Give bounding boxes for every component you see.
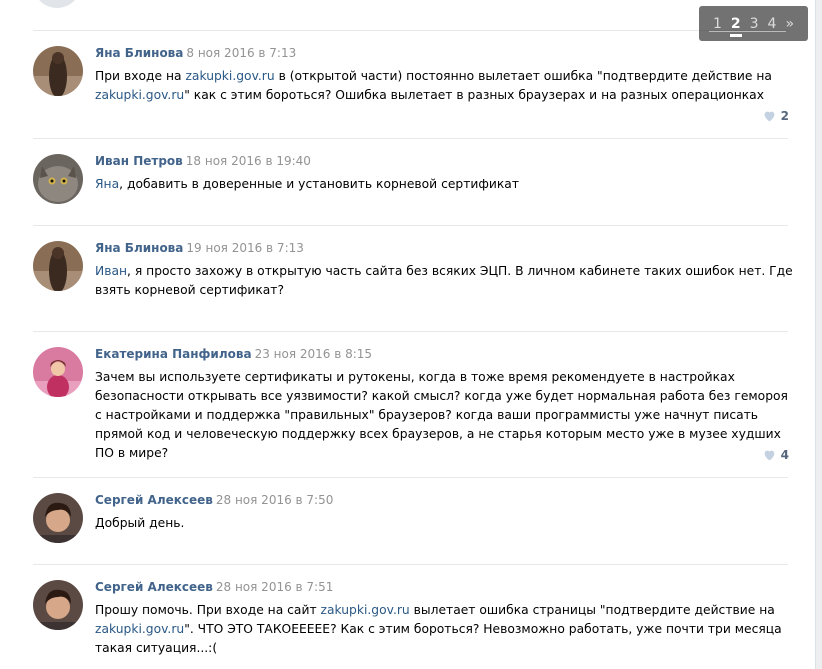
comment-date[interactable]: 19 ноя 2016 в 7:13 xyxy=(186,241,304,255)
divider xyxy=(33,477,788,478)
comment-date[interactable]: 28 ноя 2016 в 7:51 xyxy=(216,580,334,594)
comment-author[interactable]: Яна Блинова xyxy=(95,241,183,255)
comment-author[interactable]: Сергей Алексеев xyxy=(95,580,213,594)
page-3[interactable]: 3 xyxy=(750,16,759,32)
comment-text: Прошу помочь. При входе на сайт zakupki.… xyxy=(95,603,782,655)
comment-date[interactable]: 18 ноя 2016 в 19:40 xyxy=(186,154,311,168)
comment-date[interactable]: 8 ноя 2016 в 7:13 xyxy=(186,46,296,60)
avatar[interactable] xyxy=(33,580,83,630)
next-page-button[interactable]: » xyxy=(785,16,794,32)
comment-author[interactable]: Иван Петров xyxy=(95,154,183,168)
page-2-current[interactable]: 2 xyxy=(729,16,742,37)
comments-panel: Яна Блинова 8 ноя 2016 в 7:13 При входе н… xyxy=(0,0,816,669)
like-button[interactable]: 4 xyxy=(763,448,789,462)
avatar[interactable] xyxy=(33,154,83,204)
link[interactable]: zakupki.gov.ru xyxy=(95,622,184,636)
link[interactable]: Яна xyxy=(95,177,119,191)
like-count: 4 xyxy=(780,448,789,462)
comment-date[interactable]: 28 ноя 2016 в 7:50 xyxy=(216,493,334,507)
comment-text: Добрый день. xyxy=(95,516,185,530)
divider xyxy=(33,331,788,332)
divider xyxy=(33,30,788,31)
avatar[interactable] xyxy=(33,241,83,291)
like-button[interactable]: 2 xyxy=(763,109,789,123)
comment-text: Яна, добавить в доверенные и установить … xyxy=(95,177,519,191)
like-count: 2 xyxy=(780,109,789,123)
divider xyxy=(33,225,788,226)
comment-text: Иван, я просто захожу в открытую часть с… xyxy=(95,264,793,297)
avatar[interactable] xyxy=(33,493,83,543)
page-4[interactable]: 4 xyxy=(768,16,777,32)
link[interactable]: zakupki.gov.ru xyxy=(321,603,410,617)
link[interactable]: Иван xyxy=(95,264,127,278)
divider xyxy=(33,564,788,565)
comment-author[interactable]: Сергей Алексеев xyxy=(95,493,213,507)
avatar[interactable] xyxy=(33,347,83,397)
avatar[interactable] xyxy=(33,0,81,8)
comment-author[interactable]: Екатерина Панфилова xyxy=(95,347,252,361)
comment-text: При входе на zakupki.gov.ru в (открытой … xyxy=(95,69,772,102)
page-1[interactable]: 1 xyxy=(713,16,722,32)
pagination: 1 2 3 4 » xyxy=(699,6,808,41)
avatar[interactable] xyxy=(33,46,83,96)
heart-icon xyxy=(764,111,775,122)
comment-text: Зачем вы используете сертификаты и руток… xyxy=(95,370,788,460)
divider xyxy=(33,138,788,139)
link[interactable]: zakupki.gov.ru xyxy=(95,88,184,102)
link[interactable]: zakupki.gov.ru xyxy=(185,69,274,83)
comment-author[interactable]: Яна Блинова xyxy=(95,46,183,60)
comment-date[interactable]: 23 ноя 2016 в 8:15 xyxy=(255,347,373,361)
heart-icon xyxy=(764,450,775,461)
